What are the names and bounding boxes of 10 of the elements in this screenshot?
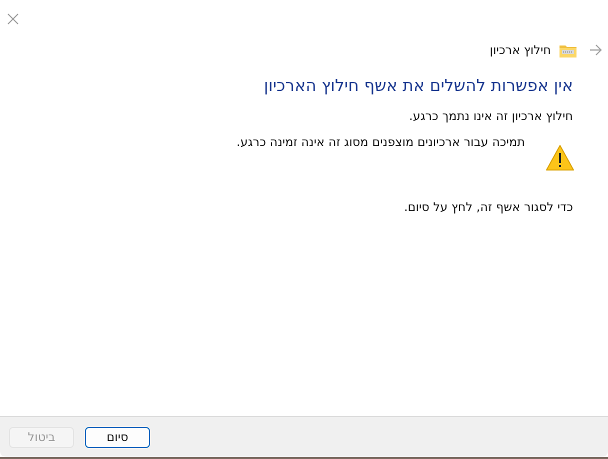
warning-icon <box>545 144 575 172</box>
wizard-title: חילוץ ארכיון <box>490 43 551 57</box>
finish-button[interactable]: סיום <box>85 426 150 448</box>
warning-message: תמיכה עבור ארכיונים מוצפנים מסוג זה אינה זמינה כרגע. <box>236 135 525 149</box>
message-text: חילוץ ארכיון זה אינו נתמך כרגע. <box>408 109 573 123</box>
message-text: כדי לסגור אשף זה, לחץ על סיום. <box>402 200 573 214</box>
zip-folder-icon <box>559 42 577 58</box>
close-icon[interactable] <box>7 13 19 25</box>
back-arrow-icon[interactable] <box>589 44 602 56</box>
page-heading: אין אפשרות להשלים את אשף חילוץ הארכיון <box>262 76 573 95</box>
